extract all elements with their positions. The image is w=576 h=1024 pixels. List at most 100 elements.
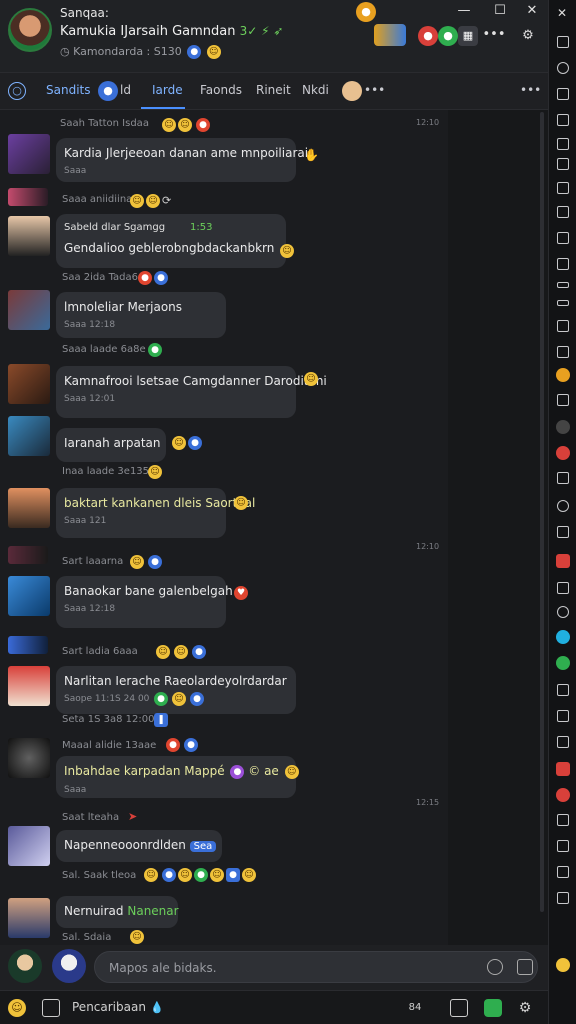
rail-bar-icon[interactable] [557,300,569,306]
message-bubble[interactable]: Napenneooonrdlden Sea [56,830,222,862]
sender-avatar[interactable] [8,636,48,654]
tab-options[interactable]: ••• [520,83,541,97]
rail-box-icon[interactable] [557,526,569,538]
settings-icon[interactable]: ⚙ [516,999,534,1017]
message-bubble[interactable]: baktart kankanen dleis Saortaal Saaa 121 [56,488,255,538]
close-rail-icon[interactable]: ✕ [557,6,567,20]
reaction-emoji-icon[interactable]: ● [190,692,204,706]
rail-cyan-icon[interactable] [556,630,570,644]
reaction-emoji-icon[interactable]: ☺ [234,496,248,510]
emoji-icon[interactable]: ☺ [8,999,26,1017]
reaction-emoji-icon[interactable]: ● [188,436,202,450]
group-avatar[interactable] [8,8,52,52]
rail-red-square-icon[interactable] [556,554,570,568]
reaction-emoji-icon[interactable]: ● [154,692,168,706]
camera-icon[interactable] [484,999,502,1017]
message-input[interactable] [109,958,469,978]
sender-avatar[interactable] [8,738,50,778]
sender-avatar[interactable] [8,898,50,938]
rail-box-icon[interactable] [557,736,569,748]
rail-bar-icon[interactable] [557,282,569,288]
message-bubble[interactable]: lmnoleliar Merjaons Saaa 12:18 [56,292,226,338]
rail-box-icon[interactable] [557,866,569,878]
message-list[interactable]: Saah Tatton Isdaa ☺ ☺ ● 12:10 Kardia Jle… [0,110,448,945]
message-bubble[interactable]: Sabeld dlar Sgamgg Gendalioo geblerobngb… [56,214,286,268]
reaction-emoji-icon[interactable]: ♥ [234,586,248,600]
message-bubble[interactable]: Nernuirad Nanenar [56,896,179,928]
minimize-button[interactable]: — [452,2,476,20]
rail-box-icon[interactable] [557,684,569,696]
rail-red-icon[interactable] [556,446,570,460]
sender-avatar[interactable] [8,546,48,564]
coin-icon[interactable]: ● [356,2,376,22]
tab-more[interactable]: ••• [364,83,385,97]
rail-layout-icon[interactable] [557,258,569,270]
close-button[interactable]: ✕ [520,2,544,20]
rail-frame-icon[interactable] [557,206,569,218]
sender-avatar[interactable] [8,364,50,404]
more-options-icon[interactable]: ••• [482,26,506,44]
sender-avatar[interactable] [8,416,50,456]
reaction-hand-icon[interactable]: ✋ [304,148,319,162]
sender-avatar[interactable] [8,826,50,866]
game-badge-icon[interactable] [374,24,406,46]
reaction-emoji-icon[interactable]: ☺ [172,692,186,706]
sender-avatar[interactable] [8,290,50,330]
search-icon[interactable]: ○ [8,82,26,100]
sender-avatar[interactable] [8,488,50,528]
sender-avatar[interactable] [8,188,48,206]
tab-4[interactable]: Nkdi [302,83,329,97]
rail-frame-icon[interactable] [557,582,569,594]
apps-icon[interactable]: ▦ [458,26,478,46]
rail-box-icon[interactable] [557,892,569,904]
rail-box-icon[interactable] [557,840,569,852]
message-bubble[interactable]: Inbahdae karpadan Mappé ● © ae ☺ Saaa [56,756,299,798]
reaction-emoji-icon[interactable]: ☺ [280,244,294,258]
scrollbar[interactable] [540,112,544,912]
rail-tab-icon[interactable] [557,232,569,244]
chat-title[interactable]: Kamukia IJarsaih Gamndan 3✓ ⚡ ➶ [60,24,283,39]
rail-window-icon[interactable] [557,36,569,48]
rail-doc-icon[interactable] [557,114,569,126]
rail-box-icon[interactable] [557,710,569,722]
rail-list-icon[interactable] [557,88,569,100]
rail-circle-icon[interactable] [557,62,569,74]
tab-count[interactable]: ld [120,83,131,97]
rail-green-icon[interactable] [556,656,570,670]
reaction-emoji-icon[interactable]: ☺ [172,436,186,450]
sender-avatar[interactable] [8,134,50,174]
sender-avatar[interactable] [8,666,50,706]
sender-avatar[interactable] [8,576,50,616]
rail-orange-icon[interactable] [556,368,570,382]
rail-image-icon[interactable] [557,158,569,170]
message-input-box[interactable] [94,951,538,983]
tab-first[interactable]: Sandits [46,83,90,97]
rail-grid-icon[interactable] [557,346,569,358]
rail-red-icon[interactable] [556,788,570,802]
message-bubble[interactable]: Iaranah arpatan [56,428,166,462]
clock-icon[interactable] [487,959,503,975]
rail-window-icon[interactable] [557,320,569,332]
calendar-icon[interactable] [517,959,533,975]
rail-emoji-icon[interactable] [556,958,570,972]
sender-avatar[interactable] [8,216,50,256]
drop-icon[interactable]: 💧 [148,999,166,1017]
rail-box-icon[interactable] [557,472,569,484]
maximize-button[interactable]: ☐ [488,2,512,20]
counter-icon[interactable]: 84 [402,999,428,1017]
reaction-emoji-icon[interactable]: ☺ [304,372,318,386]
bottom-label[interactable]: Pencaribaan [72,1000,146,1014]
user-avatar-icon[interactable] [342,81,362,101]
settings-gear-icon[interactable]: ⚙ [518,26,538,46]
rail-ring-icon[interactable] [557,606,569,618]
message-bubble[interactable]: Banaokar bane galenbelgah Saaa 12:18 [56,576,233,628]
attachment-icon[interactable] [42,999,60,1017]
rail-crop-icon[interactable] [557,182,569,194]
green-status-icon[interactable]: ● [438,26,458,46]
message-bubble[interactable]: Kamnafrooi lsetsae Camgdanner Daroditani… [56,366,327,418]
tab-1[interactable]: Iarde [152,83,183,97]
rail-box-icon[interactable] [557,814,569,826]
my-avatar[interactable] [8,949,42,983]
red-status-icon[interactable]: ● [418,26,438,46]
rail-gray-icon[interactable] [556,420,570,434]
